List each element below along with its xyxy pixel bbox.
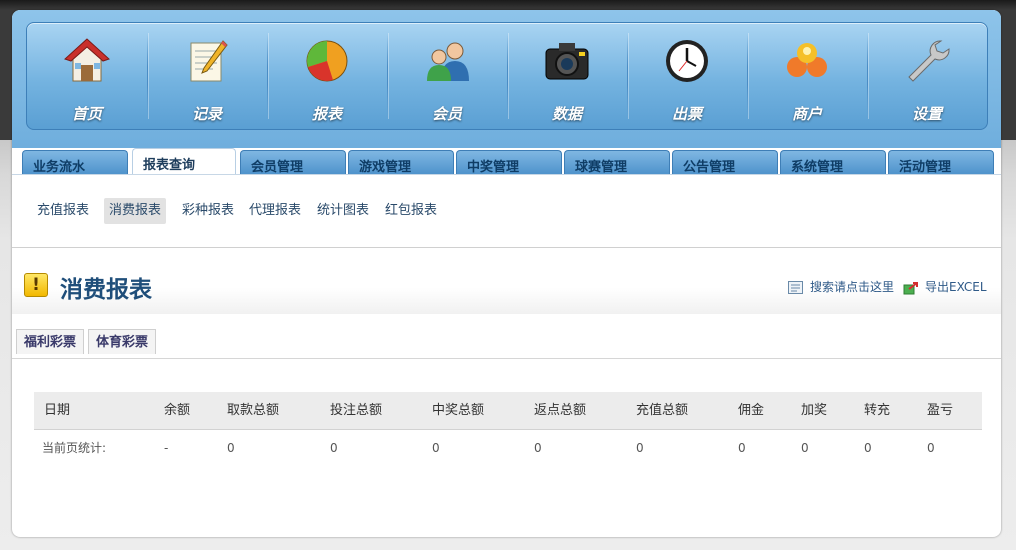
wrench-icon — [908, 40, 950, 82]
table-header-row: 日期 余额 取款总额 投注总额 中奖总额 返点总额 充值总额 佣金 加奖 转充 … — [34, 392, 982, 430]
nav-item-reports[interactable]: 报表 — [267, 23, 387, 129]
nav-label: 出票 — [671, 105, 702, 123]
tab-game-management[interactable]: 游戏管理 — [348, 150, 454, 175]
camera-icon — [545, 43, 589, 80]
column-header: 投注总额 — [330, 403, 383, 418]
column-header: 盈亏 — [927, 403, 954, 418]
tab-match-management[interactable]: 球赛管理 — [564, 150, 670, 175]
summary-cell: 0 — [864, 441, 872, 455]
header-band: 首页 记录 报表 会员 数据 出票 商户 设置 — [12, 10, 1001, 148]
tab-notice-management[interactable]: 公告管理 — [672, 150, 778, 175]
nav-item-data[interactable]: 数据 — [507, 23, 627, 129]
column-header: 日期 — [44, 403, 71, 418]
nav-label: 商户 — [791, 105, 822, 123]
summary-cell: 当前页统计: — [42, 441, 107, 455]
summary-cell: - — [164, 441, 169, 455]
report-subnav: 充值报表 消费报表 彩种报表 代理报表 统计图表 红包报表 — [12, 175, 1001, 248]
pie-chart-icon — [306, 40, 348, 82]
tab-welfare-lottery[interactable]: 福利彩票 — [16, 329, 85, 354]
nav-label: 数据 — [551, 105, 582, 123]
users-icon — [427, 42, 469, 81]
nav-label: 会员 — [431, 105, 462, 123]
column-header: 佣金 — [738, 403, 765, 418]
tab-sports-lottery[interactable]: 体育彩票 — [88, 329, 157, 354]
tab-prize-management[interactable]: 中奖管理 — [456, 150, 562, 175]
nav-item-records[interactable]: 记录 — [147, 23, 267, 129]
summary-cell: 0 — [330, 441, 338, 455]
column-header: 转充 — [864, 403, 891, 418]
subnav-recharge-report[interactable]: 充值报表 — [32, 198, 94, 224]
search-link-label: 搜索请点击这里 — [810, 280, 895, 294]
summary-cell: 0 — [738, 441, 746, 455]
subnav-statistics-chart[interactable]: 统计图表 — [312, 198, 374, 224]
export-link-label: 导出EXCEL — [925, 280, 987, 294]
nav-item-merchants[interactable]: 商户 — [747, 23, 867, 129]
nav-label: 记录 — [191, 105, 222, 123]
main-nav: 首页 记录 报表 会员 数据 出票 商户 设置 — [26, 22, 988, 130]
subnav-lottery-type-report[interactable]: 彩种报表 — [177, 198, 239, 224]
summary-cell: 0 — [927, 441, 935, 455]
subnav-consumption-report[interactable]: 消费报表 — [104, 198, 167, 224]
nav-item-settings[interactable]: 设置 — [867, 23, 987, 129]
nav-item-home[interactable]: 首页 — [27, 23, 147, 129]
summary-cell: 0 — [534, 441, 542, 455]
clock-icon — [666, 40, 708, 82]
summary-cell: 0 — [801, 441, 809, 455]
tab-system-management[interactable]: 系统管理 — [780, 150, 886, 175]
subnav-agent-report[interactable]: 代理报表 — [244, 198, 306, 224]
column-header: 取款总额 — [227, 403, 280, 418]
tab-activity-management[interactable]: 活动管理 — [888, 150, 994, 175]
home-icon — [64, 38, 110, 82]
page-title: 消费报表 — [60, 277, 152, 303]
nav-label: 设置 — [911, 105, 942, 123]
tab-report-query[interactable]: 报表查询 — [132, 148, 236, 175]
search-list-icon — [788, 280, 803, 294]
nav-label: 首页 — [71, 105, 102, 123]
summary-cell: 0 — [227, 441, 235, 455]
subnav-red-packet-report[interactable]: 红包报表 — [380, 198, 442, 224]
column-header: 中奖总额 — [432, 403, 485, 418]
export-icon — [903, 281, 918, 294]
lottery-type-tabs: 福利彩票 体育彩票 — [12, 328, 1001, 359]
summary-cell: 0 — [432, 441, 440, 455]
column-header: 充值总额 — [636, 403, 689, 418]
search-link[interactable]: 搜索请点击这里 — [788, 278, 894, 295]
table-summary-row: 当前页统计: - 0 0 0 0 0 0 0 0 0 — [34, 430, 982, 466]
column-header: 余额 — [164, 403, 191, 418]
exclamation-icon: ! — [24, 273, 48, 297]
column-header: 返点总额 — [534, 403, 587, 418]
tab-business-flow[interactable]: 业务流水 — [22, 150, 128, 175]
section-tabs: 业务流水 报表查询 会员管理 游戏管理 中奖管理 球赛管理 公告管理 系统管理 … — [12, 148, 1001, 175]
nav-item-members[interactable]: 会员 — [387, 23, 507, 129]
export-excel-link[interactable]: 导出EXCEL — [903, 278, 987, 295]
page-header: ! 消费报表 搜索请点击这里 导出EXCEL — [12, 248, 1001, 314]
merchant-icon — [787, 43, 827, 77]
summary-cell: 0 — [636, 441, 644, 455]
nav-item-ticketing[interactable]: 出票 — [627, 23, 747, 129]
nav-label: 报表 — [311, 105, 342, 123]
tab-member-management[interactable]: 会员管理 — [240, 150, 346, 175]
app-window: 首页 记录 报表 会员 数据 出票 商户 设置 业务流水 报表查询 会员管理 游… — [12, 10, 1001, 537]
column-header: 加奖 — [801, 403, 828, 418]
notepad-icon — [190, 40, 228, 82]
